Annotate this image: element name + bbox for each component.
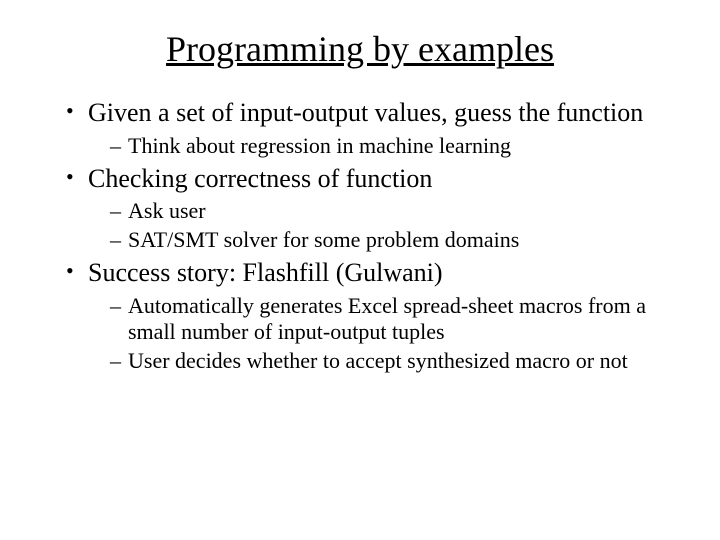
list-item: SAT/SMT solver for some problem domains <box>110 227 680 254</box>
sub-list: Think about regression in machine learni… <box>88 133 680 160</box>
bullet-text: Checking correctness of function <box>88 164 432 193</box>
bullet-text: Given a set of input-output values, gues… <box>88 98 643 127</box>
list-item: Checking correctness of function Ask use… <box>66 164 680 254</box>
sub-bullet-text: SAT/SMT solver for some problem domains <box>128 227 519 252</box>
list-item: Think about regression in machine learni… <box>110 133 680 160</box>
bullet-text: Success story: Flashfill (Gulwani) <box>88 258 443 287</box>
sub-bullet-text: Automatically generates Excel spread-she… <box>128 293 646 345</box>
sub-bullet-text: Think about regression in machine learni… <box>128 133 511 158</box>
list-item: Automatically generates Excel spread-she… <box>110 293 680 347</box>
sub-bullet-text: Ask user <box>128 198 206 223</box>
sub-bullet-text: User decides whether to accept synthesiz… <box>128 348 628 373</box>
list-item: Success story: Flashfill (Gulwani) Autom… <box>66 258 680 375</box>
bullet-list: Given a set of input-output values, gues… <box>40 98 680 375</box>
sub-list: Ask user SAT/SMT solver for some problem… <box>88 198 680 254</box>
slide-title: Programming by examples <box>40 28 680 70</box>
list-item: User decides whether to accept synthesiz… <box>110 348 680 375</box>
sub-list: Automatically generates Excel spread-she… <box>88 293 680 375</box>
list-item: Given a set of input-output values, gues… <box>66 98 680 160</box>
list-item: Ask user <box>110 198 680 225</box>
